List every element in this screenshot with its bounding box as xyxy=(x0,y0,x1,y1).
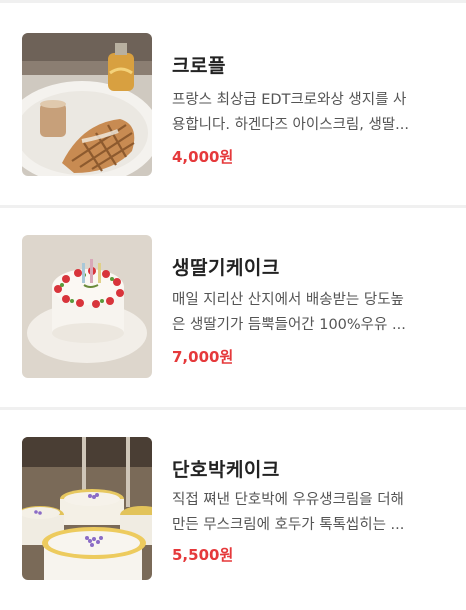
menu-item-pumpkin-cake[interactable]: 단호박케이크 직접 쪄낸 단호박에 우유생크림을 더해 만든 무스크림에 호두가… xyxy=(0,410,466,610)
strawberry-cake-photo xyxy=(22,235,152,378)
menu-item-title: 단호박케이크 xyxy=(172,459,280,481)
description-line-2: 은 생딸기가 듬뿍들어간 100%우유 ... xyxy=(172,317,406,333)
menu-item-price: 4,000원 xyxy=(172,148,234,166)
menu-item-strawberry-cake[interactable]: 생딸기케이크 매일 지리산 산지에서 배송받는 당도높 은 생딸기가 듬뿍들어간… xyxy=(0,208,466,408)
description-line-2: 용합니다. 하겐다즈 아이스크림, 생딸... xyxy=(172,117,409,133)
pumpkin-cake-photo xyxy=(22,437,152,580)
menu-item-croffle[interactable]: 크로플 프랑스 최상급 EDT크로와상 생지를 사 용합니다. 하겐다즈 아이스… xyxy=(0,3,466,203)
menu-item-price: 7,000원 xyxy=(172,348,234,366)
menu-item-description: 매일 지리산 산지에서 배송받는 당도높 은 생딸기가 듬뿍들어간 100%우유… xyxy=(172,288,452,338)
menu-item-title: 크로플 xyxy=(172,55,226,77)
description-line-1: 매일 지리산 산지에서 배송받는 당도높 xyxy=(172,292,404,308)
description-line-1: 직접 쪄낸 단호박에 우유생크림을 더해 xyxy=(172,492,404,508)
description-line-2: 만든 무스크림에 호두가 톡톡씹히는 ... xyxy=(172,517,405,533)
menu-item-title: 생딸기케이크 xyxy=(172,257,280,279)
menu-item-description: 프랑스 최상급 EDT크로와상 생지를 사 용합니다. 하겐다즈 아이스크림, … xyxy=(172,88,452,138)
croffle-photo xyxy=(22,33,152,176)
description-line-1: 프랑스 최상급 EDT크로와상 생지를 사 xyxy=(172,92,407,108)
menu-item-price: 5,500원 xyxy=(172,546,234,564)
menu-list: 크로플 프랑스 최상급 EDT크로와상 생지를 사 용합니다. 하겐다즈 아이스… xyxy=(0,0,466,610)
menu-item-description: 직접 쪄낸 단호박에 우유생크림을 더해 만든 무스크림에 호두가 톡톡씹히는 … xyxy=(172,488,452,538)
